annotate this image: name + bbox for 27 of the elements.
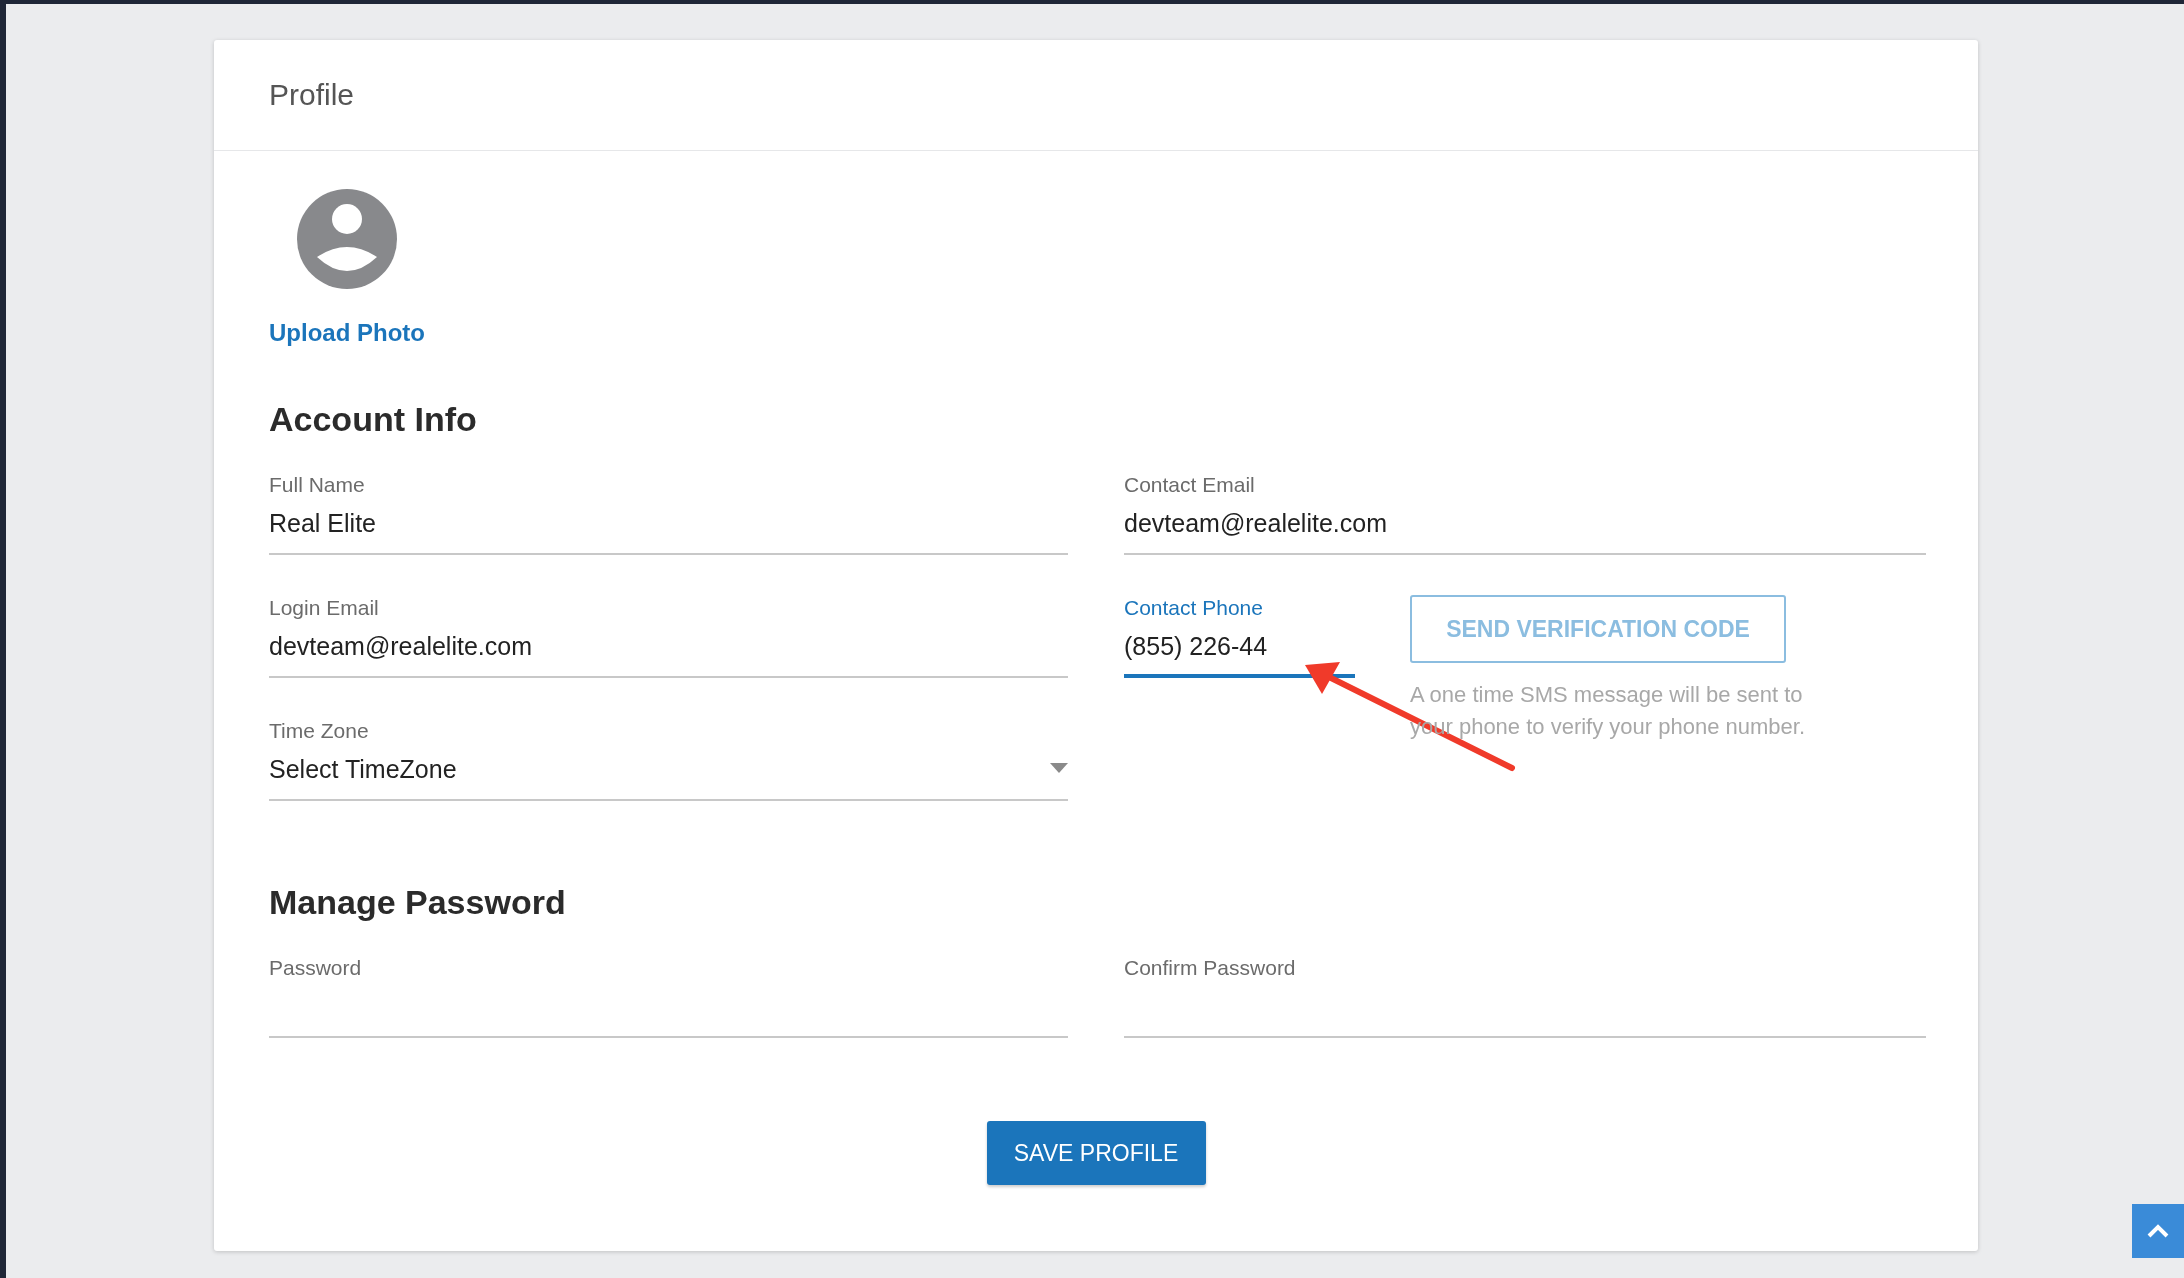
upload-photo-link[interactable]: Upload Photo — [269, 319, 425, 347]
save-profile-button[interactable]: SAVE PROFILE — [986, 1121, 1206, 1185]
section-heading: Manage Password — [269, 882, 567, 923]
avatar-icon — [297, 189, 397, 289]
input-field[interactable]: Password — [269, 955, 1068, 1038]
input-field[interactable]: Contact Email devteam@realelite.com — [1124, 472, 1926, 555]
select-value: Select TimeZone — [269, 754, 457, 785]
field-value: devteam@realelite.com — [1124, 508, 1387, 539]
field-label: Login Email — [269, 595, 380, 621]
input-field[interactable]: Login Email devteam@realelite.com — [269, 595, 1068, 678]
field-label: Full Name — [269, 472, 366, 498]
field-label: Contact Email — [1124, 472, 1256, 498]
section-heading: Account Info — [269, 399, 478, 440]
field-value: devteam@realelite.com — [269, 631, 532, 662]
scroll-to-top-button[interactable] — [2132, 1204, 2184, 1258]
input-field[interactable]: Confirm Password — [1124, 955, 1926, 1038]
card-title: Profile — [269, 78, 355, 112]
field-label: Password — [269, 955, 363, 981]
field-label: Confirm Password — [1124, 955, 1297, 981]
select-field[interactable]: Time Zone Select TimeZone — [269, 718, 1068, 801]
input-field[interactable]: Full Name Real Elite — [269, 472, 1068, 555]
field-value: Real Elite — [269, 508, 376, 539]
field-value: (855) 226-44 — [1124, 631, 1268, 662]
field-label: Time Zone — [269, 718, 370, 744]
chevron-up-icon — [2146, 1223, 2170, 1239]
caret-icon — [1050, 763, 1068, 773]
field-label: Contact Phone — [1124, 595, 1264, 621]
